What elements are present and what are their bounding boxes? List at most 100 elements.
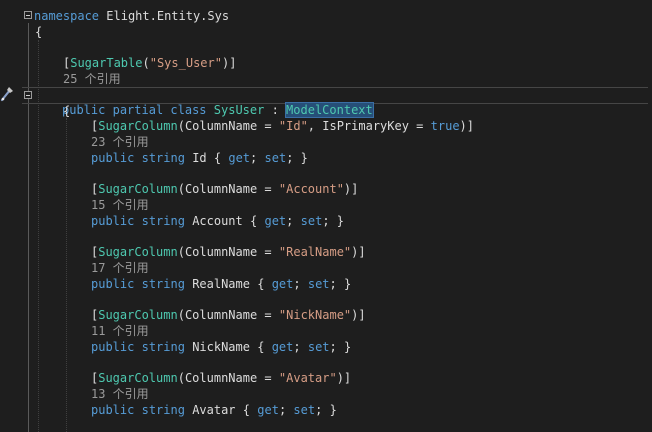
bracket: )] (459, 119, 474, 133)
namespace-open-brace: { (35, 25, 43, 39)
equals: = (257, 245, 279, 259)
keyword: namespace (34, 9, 100, 23)
keyword: set (300, 214, 323, 228)
keyword: set (264, 151, 287, 165)
bracket: )] (221, 56, 237, 70)
keyword: set (307, 340, 330, 354)
paren: ( (177, 119, 185, 133)
keyword: string (141, 403, 185, 417)
base-class-selected[interactable]: ModelContext (285, 102, 374, 118)
quick-actions-wand-icon[interactable] (0, 86, 14, 102)
codelens-references[interactable]: 11 个引用 (91, 323, 149, 339)
codelens-references[interactable]: 25 个引用 (63, 71, 121, 87)
colon: : (271, 103, 279, 117)
keyword: get (228, 151, 251, 165)
brace: } (336, 214, 345, 228)
brace: { (257, 340, 265, 354)
semicolon: ; (315, 403, 323, 417)
semicolon: ; (329, 340, 337, 354)
codelens-references[interactable]: 23 个引用 (91, 134, 149, 150)
keyword: public (91, 277, 135, 291)
property-attribute: [SugarColumn(ColumnName = "Account")] (91, 181, 358, 197)
brace: } (300, 151, 308, 165)
property-name: Account (192, 214, 243, 228)
keyword: set (307, 277, 330, 291)
attribute-name: SugarColumn (98, 308, 178, 322)
bracket: )] (351, 308, 366, 322)
class-declaration-line[interactable]: public partial class SysUser : ModelCont… (22, 87, 648, 118)
semicolon: ; (293, 340, 301, 354)
property-declaration: public string Id { get; set; } (91, 150, 308, 166)
class-attribute: [SugarTable("Sys_User")] (63, 55, 236, 71)
keyword: public (91, 340, 135, 354)
param-name: ColumnName (184, 119, 258, 133)
bracket: )] (351, 245, 366, 259)
property-attribute: [SugarColumn(ColumnName = "Id", IsPrimar… (91, 118, 474, 134)
keyword: get (264, 214, 287, 228)
code-editor[interactable]: namespace Elight.Entity.Sys { [SugarTabl… (0, 0, 652, 432)
indent-guide (66, 118, 67, 432)
semicolon: ; (250, 151, 258, 165)
string-literal: "NickName" (278, 308, 352, 322)
keyword: partial (112, 103, 164, 117)
keyword: public (91, 151, 135, 165)
property-name: Id (192, 151, 207, 165)
keyword: string (141, 340, 185, 354)
semicolon: ; (329, 277, 337, 291)
keyword: string (141, 151, 185, 165)
param-name: ColumnName (184, 245, 258, 259)
param-name: ColumnName (184, 371, 258, 385)
keyword: string (141, 277, 185, 291)
paren: ( (142, 56, 150, 70)
attribute-name: SugarColumn (98, 182, 178, 196)
codelens-references[interactable]: 15 个引用 (91, 197, 149, 213)
paren: ( (177, 182, 185, 196)
keyword: string (141, 214, 185, 228)
equals: = (257, 182, 279, 196)
string-literal: "Id" (278, 119, 308, 133)
codelens-references[interactable]: 17 个引用 (91, 260, 149, 276)
property-declaration: public string RealName { get; set; } (91, 276, 351, 292)
property-declaration: public string Account { get; set; } (91, 213, 344, 229)
brace: { (257, 277, 265, 291)
semicolon: ; (322, 214, 330, 228)
property-name: NickName (192, 340, 250, 354)
attribute-name: SugarTable (70, 56, 143, 70)
bracket: )] (343, 182, 359, 196)
codelens-references[interactable]: 13 个引用 (91, 386, 149, 402)
keyword: public (91, 403, 135, 417)
namespace-declaration: namespace Elight.Entity.Sys (34, 8, 229, 24)
semicolon: ; (286, 151, 294, 165)
brace: { (242, 403, 251, 417)
keyword: true (430, 119, 460, 133)
class-declaration: public partial class SysUser : ModelCont… (62, 102, 374, 118)
equals: = (257, 308, 279, 322)
property-name: RealName (192, 277, 250, 291)
keyword: class (170, 103, 207, 117)
param-name: IsPrimaryKey (322, 119, 409, 133)
keyword: set (293, 403, 316, 417)
brace: { (213, 151, 222, 165)
param-name: ColumnName (184, 182, 258, 196)
equals: = (257, 119, 279, 133)
keyword: get (271, 340, 294, 354)
keyword: public (91, 214, 135, 228)
property-declaration: public string Avatar { get; set; } (91, 402, 337, 418)
string-literal: "Sys_User" (149, 56, 222, 70)
string-literal: "RealName" (278, 245, 352, 259)
class-name: SysUser (213, 103, 265, 117)
brace: } (329, 403, 337, 417)
paren: ( (177, 245, 185, 259)
equals: = (257, 371, 279, 385)
property-name: Avatar (192, 403, 236, 417)
semicolon: ; (278, 403, 287, 417)
bracket: )] (336, 371, 352, 385)
semicolon: ; (293, 277, 301, 291)
class-open-brace: { (63, 104, 71, 118)
attribute-name: SugarColumn (98, 245, 178, 259)
namespace-name: Elight.Entity.Sys (106, 9, 230, 23)
property-attribute: [SugarColumn(ColumnName = "RealName")] (91, 244, 366, 260)
property-declaration: public string NickName { get; set; } (91, 339, 351, 355)
keyword: get (271, 277, 294, 291)
collapse-namespace-toggle[interactable] (24, 11, 32, 19)
